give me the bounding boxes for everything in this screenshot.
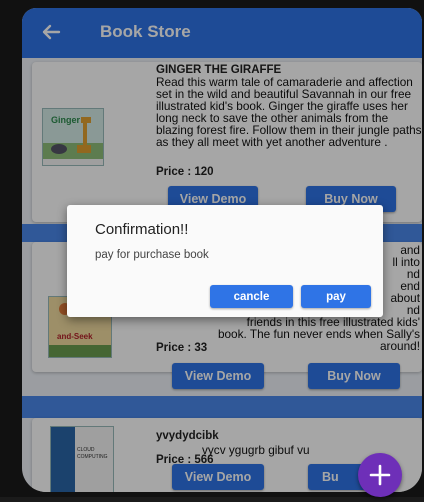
dialog-message: pay for purchase book xyxy=(95,249,209,261)
add-book-button[interactable] xyxy=(358,453,402,497)
cancel-button[interactable]: cancle xyxy=(210,285,293,308)
plus-icon xyxy=(369,464,391,486)
confirmation-dialog: Confirmation!! pay for purchase book can… xyxy=(67,205,383,317)
pay-button[interactable]: pay xyxy=(301,285,371,308)
dialog-title: Confirmation!! xyxy=(95,221,189,238)
